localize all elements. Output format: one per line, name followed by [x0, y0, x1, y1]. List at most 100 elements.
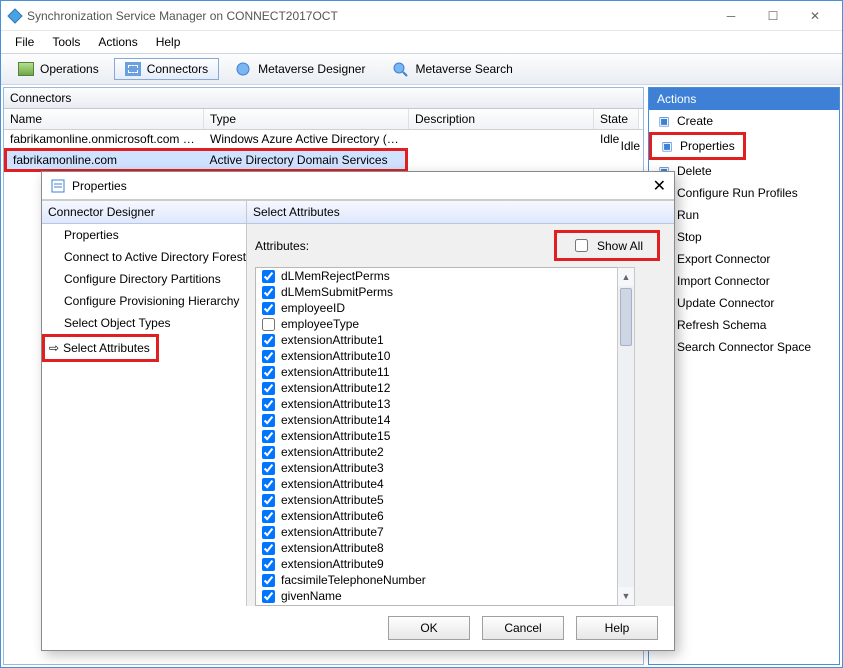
attribute-checkbox[interactable]	[262, 286, 275, 299]
show-all-input[interactable]	[575, 239, 588, 252]
attribute-row[interactable]: extensionAttribute1	[256, 332, 617, 348]
action-properties[interactable]: ▣Properties	[649, 132, 746, 160]
attribute-checkbox[interactable]	[262, 574, 275, 587]
menu-actions[interactable]: Actions	[90, 33, 145, 51]
action-import-connector[interactable]: ▣Import Connector	[649, 270, 839, 292]
attribute-row[interactable]: extensionAttribute11	[256, 364, 617, 380]
nav-item-select-object-types[interactable]: Select Object Types	[42, 312, 246, 334]
ok-button[interactable]: OK	[388, 616, 470, 640]
nav-item-configure-provisioning-hierarchy[interactable]: Configure Provisioning Hierarchy	[42, 290, 246, 312]
col-description[interactable]: Description	[409, 109, 594, 129]
attribute-row[interactable]: extensionAttribute12	[256, 380, 617, 396]
attribute-checkbox[interactable]	[262, 510, 275, 523]
attribute-checkbox[interactable]	[262, 398, 275, 411]
attribute-checkbox[interactable]	[262, 270, 275, 283]
attribute-checkbox[interactable]	[262, 430, 275, 443]
attribute-row[interactable]: facsimileTelephoneNumber	[256, 572, 617, 588]
action-delete[interactable]: ▣Delete	[649, 160, 839, 182]
attribute-row[interactable]: extensionAttribute3	[256, 460, 617, 476]
cell-name: fabrikamonline.onmicrosoft.com - AAD	[4, 130, 204, 148]
attribute-row[interactable]: extensionAttribute4	[256, 476, 617, 492]
tab-operations[interactable]: Operations	[7, 58, 110, 80]
nav-item-select-attributes[interactable]: ⇨Select Attributes	[42, 334, 159, 362]
attribute-checkbox[interactable]	[262, 446, 275, 459]
col-name[interactable]: Name	[4, 109, 204, 129]
scrollbar[interactable]: ▲ ▼	[617, 267, 635, 606]
attribute-row[interactable]: employeeType	[256, 316, 617, 332]
tab-metaverse-search[interactable]: Metaverse Search	[380, 57, 523, 81]
attribute-checkbox[interactable]	[262, 558, 275, 571]
show-all-checkbox[interactable]: Show All	[554, 230, 660, 261]
attribute-checkbox[interactable]	[262, 350, 275, 363]
attribute-checkbox[interactable]	[262, 494, 275, 507]
scroll-down-button[interactable]: ▼	[618, 587, 634, 605]
attribute-checkbox[interactable]	[262, 382, 275, 395]
minimize-button[interactable]: ─	[710, 4, 752, 28]
attribute-row[interactable]: extensionAttribute15	[256, 428, 617, 444]
action-run[interactable]: ▣Run	[649, 204, 839, 226]
action-create[interactable]: ▣Create	[649, 110, 839, 132]
scroll-up-button[interactable]: ▲	[618, 268, 634, 286]
menu-tools[interactable]: Tools	[44, 33, 88, 51]
action-configure-run-profiles[interactable]: ▣Configure Run Profiles	[649, 182, 839, 204]
attribute-checkbox[interactable]	[262, 334, 275, 347]
attribute-checkbox[interactable]	[262, 414, 275, 427]
attribute-label: extensionAttribute3	[281, 461, 384, 475]
help-button[interactable]: Help	[576, 616, 658, 640]
attribute-row[interactable]: extensionAttribute10	[256, 348, 617, 364]
attribute-row[interactable]: dLMemSubmitPerms	[256, 284, 617, 300]
nav-item-connect-to-active-directory-forest[interactable]: Connect to Active Directory Forest	[42, 246, 246, 268]
col-type[interactable]: Type	[204, 109, 409, 129]
menu-help[interactable]: Help	[148, 33, 189, 51]
attribute-row[interactable]: extensionAttribute9	[256, 556, 617, 572]
operations-icon	[18, 62, 34, 76]
attribute-label: facsimileTelephoneNumber	[281, 573, 426, 587]
attribute-checkbox[interactable]	[262, 526, 275, 539]
tab-metaverse-designer[interactable]: Metaverse Designer	[223, 57, 376, 81]
window-title: Synchronization Service Manager on CONNE…	[23, 9, 710, 23]
attribute-checkbox[interactable]	[262, 462, 275, 475]
action-refresh-schema[interactable]: ▣Refresh Schema	[649, 314, 839, 336]
attribute-checkbox[interactable]	[262, 478, 275, 491]
attribute-label: extensionAttribute8	[281, 541, 384, 555]
attribute-checkbox[interactable]	[262, 366, 275, 379]
actions-header: Actions	[649, 88, 839, 110]
attribute-row[interactable]: extensionAttribute6	[256, 508, 617, 524]
dialog-titlebar: Properties ✕	[42, 172, 674, 200]
action-label: Import Connector	[677, 274, 770, 288]
action-search-connector-space[interactable]: ▣Search Connector Space	[649, 336, 839, 358]
col-state[interactable]: State	[594, 109, 639, 129]
action-label: Run	[677, 208, 699, 222]
action-stop[interactable]: ▣Stop	[649, 226, 839, 248]
attribute-checkbox[interactable]	[262, 318, 275, 331]
action-update-connector[interactable]: ▣Update Connector	[649, 292, 839, 314]
attribute-row[interactable]: givenName	[256, 588, 617, 604]
attribute-row[interactable]: dLMemRejectPerms	[256, 268, 617, 284]
table-row[interactable]: fabrikamonline.com Active Directory Doma…	[4, 148, 408, 172]
dialog-close-button[interactable]: ✕	[653, 176, 666, 196]
menubar: File Tools Actions Help	[1, 31, 842, 53]
label: Connectors	[147, 62, 208, 76]
attribute-row[interactable]: extensionAttribute7	[256, 524, 617, 540]
attribute-row[interactable]: extensionAttribute5	[256, 492, 617, 508]
menu-file[interactable]: File	[7, 33, 42, 51]
action-export-connector[interactable]: ▣Export Connector	[649, 248, 839, 270]
attribute-checkbox[interactable]	[262, 302, 275, 315]
table-row[interactable]: fabrikamonline.onmicrosoft.com - AAD Win…	[4, 130, 643, 148]
attribute-row[interactable]: extensionAttribute2	[256, 444, 617, 460]
cancel-button[interactable]: Cancel	[482, 616, 564, 640]
scroll-thumb[interactable]	[620, 288, 632, 346]
close-button[interactable]: ✕	[794, 4, 836, 28]
attribute-row[interactable]: extensionAttribute8	[256, 540, 617, 556]
attributes-listbox[interactable]: dLMemRejectPermsdLMemSubmitPermsemployee…	[255, 267, 617, 606]
attribute-row[interactable]: extensionAttribute14	[256, 412, 617, 428]
tab-connectors[interactable]: Connectors	[114, 58, 219, 80]
nav-item-configure-directory-partitions[interactable]: Configure Directory Partitions	[42, 268, 246, 290]
attribute-row[interactable]: extensionAttribute13	[256, 396, 617, 412]
attribute-checkbox[interactable]	[262, 542, 275, 555]
attribute-row[interactable]: employeeID	[256, 300, 617, 316]
action-label: Stop	[677, 230, 702, 244]
attribute-checkbox[interactable]	[262, 590, 275, 603]
nav-item-properties[interactable]: Properties	[42, 224, 246, 246]
maximize-button[interactable]: ☐	[752, 4, 794, 28]
